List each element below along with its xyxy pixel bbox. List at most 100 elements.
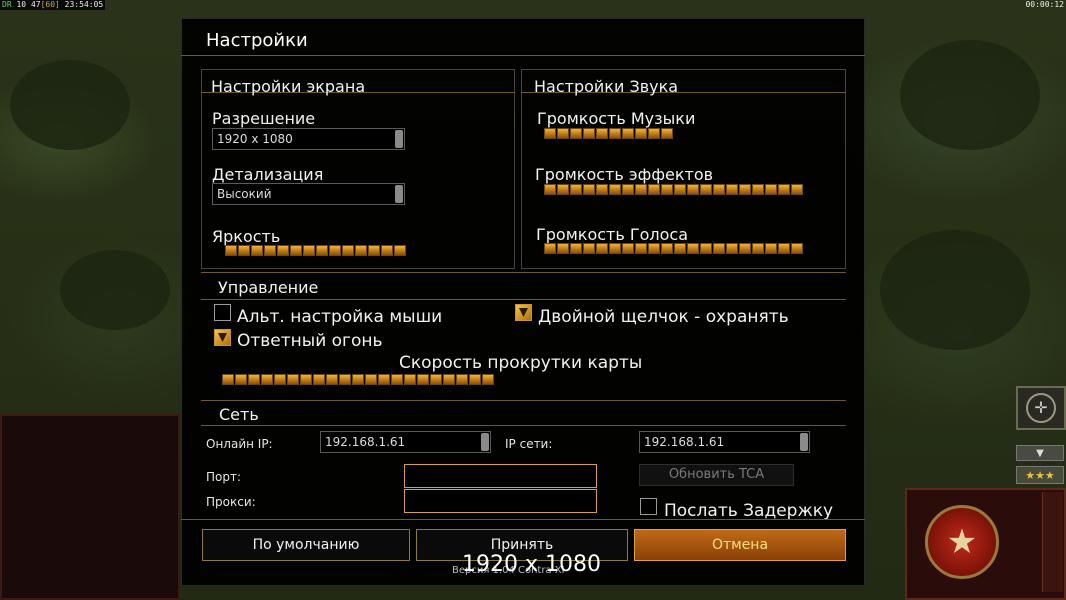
slider-segment[interactable]	[765, 184, 777, 195]
slider-segment[interactable]	[609, 243, 621, 254]
slider-segment[interactable]	[635, 184, 647, 195]
slider-segment[interactable]	[778, 243, 790, 254]
slider-segment[interactable]	[303, 245, 315, 256]
slider-segment[interactable]	[752, 184, 764, 195]
slider-segment[interactable]	[544, 184, 556, 195]
slider-segment[interactable]	[557, 243, 569, 254]
slider-segment[interactable]	[365, 374, 377, 385]
slider-segment[interactable]	[274, 374, 286, 385]
rank-stars-icon[interactable]: ★★★	[1016, 466, 1064, 484]
online-ip-select[interactable]: 192.168.1.61	[320, 431, 491, 453]
slider-segment[interactable]	[222, 374, 234, 385]
slider-segment[interactable]	[339, 374, 351, 385]
slider-segment[interactable]	[287, 374, 299, 385]
slider-segment[interactable]	[277, 245, 289, 256]
slider-segment[interactable]	[791, 184, 803, 195]
chevron-down-icon[interactable]	[395, 185, 403, 203]
voice-volume-slider[interactable]	[544, 243, 803, 255]
alt-mouse-checkbox[interactable]	[214, 304, 231, 321]
slider-segment[interactable]	[726, 184, 738, 195]
slider-segment[interactable]	[355, 245, 367, 256]
slider-segment[interactable]	[765, 243, 777, 254]
slider-segment[interactable]	[726, 243, 738, 254]
slider-segment[interactable]	[544, 243, 556, 254]
slider-segment[interactable]	[316, 245, 328, 256]
slider-segment[interactable]	[235, 374, 247, 385]
slider-segment[interactable]	[674, 243, 686, 254]
slider-segment[interactable]	[313, 374, 325, 385]
slider-segment[interactable]	[661, 128, 673, 139]
slider-segment[interactable]	[404, 374, 416, 385]
slider-segment[interactable]	[778, 184, 790, 195]
detail-select[interactable]: Высокий	[212, 183, 405, 205]
slider-segment[interactable]	[648, 243, 660, 254]
slider-segment[interactable]	[264, 245, 276, 256]
slider-segment[interactable]	[583, 184, 595, 195]
send-delay-checkbox[interactable]	[640, 498, 657, 515]
slider-segment[interactable]	[687, 184, 699, 195]
chevron-down-icon[interactable]: ▼	[1016, 445, 1064, 461]
music-volume-slider[interactable]	[544, 128, 673, 140]
slider-segment[interactable]	[687, 243, 699, 254]
resolution-select[interactable]: 1920 x 1080	[212, 128, 405, 150]
slider-segment[interactable]	[394, 245, 406, 256]
slider-segment[interactable]	[544, 128, 556, 139]
cancel-button[interactable]: Отмена	[634, 529, 846, 561]
slider-segment[interactable]	[225, 245, 237, 256]
slider-segment[interactable]	[739, 184, 751, 195]
slider-segment[interactable]	[570, 243, 582, 254]
slider-segment[interactable]	[381, 245, 393, 256]
slider-segment[interactable]	[368, 245, 380, 256]
slider-segment[interactable]	[739, 243, 751, 254]
slider-segment[interactable]	[557, 128, 569, 139]
slider-segment[interactable]	[238, 245, 250, 256]
update-tca-button[interactable]: Обновить TCA	[639, 464, 794, 486]
slider-segment[interactable]	[391, 374, 403, 385]
slider-segment[interactable]	[378, 374, 390, 385]
chevron-down-icon[interactable]	[800, 433, 808, 451]
slider-segment[interactable]	[248, 374, 260, 385]
proxy-input[interactable]	[404, 489, 597, 513]
lan-ip-select[interactable]: 192.168.1.61	[639, 431, 810, 453]
chevron-down-icon[interactable]	[481, 433, 489, 451]
double-click-guard-checkbox[interactable]	[515, 304, 532, 321]
slider-segment[interactable]	[713, 243, 725, 254]
slider-segment[interactable]	[290, 245, 302, 256]
slider-segment[interactable]	[622, 184, 634, 195]
slider-segment[interactable]	[326, 374, 338, 385]
slider-segment[interactable]	[443, 374, 455, 385]
brightness-slider[interactable]	[225, 245, 406, 257]
slider-segment[interactable]	[635, 243, 647, 254]
slider-segment[interactable]	[342, 245, 354, 256]
slider-segment[interactable]	[596, 184, 608, 195]
slider-segment[interactable]	[700, 184, 712, 195]
defaults-button[interactable]: По умолчанию	[202, 529, 410, 561]
slider-segment[interactable]	[674, 184, 686, 195]
slider-segment[interactable]	[329, 245, 341, 256]
slider-segment[interactable]	[596, 243, 608, 254]
slider-segment[interactable]	[713, 184, 725, 195]
slider-segment[interactable]	[596, 128, 608, 139]
slider-segment[interactable]	[583, 128, 595, 139]
slider-segment[interactable]	[635, 128, 647, 139]
slider-segment[interactable]	[791, 243, 803, 254]
slider-segment[interactable]	[251, 245, 263, 256]
scroll-speed-slider[interactable]	[222, 374, 494, 386]
slider-segment[interactable]	[482, 374, 494, 385]
slider-segment[interactable]	[661, 184, 673, 195]
chevron-down-icon[interactable]	[395, 130, 403, 148]
slider-segment[interactable]	[609, 128, 621, 139]
slider-segment[interactable]	[570, 184, 582, 195]
slider-segment[interactable]	[648, 128, 660, 139]
slider-segment[interactable]	[583, 243, 595, 254]
slider-segment[interactable]	[456, 374, 468, 385]
slider-segment[interactable]	[557, 184, 569, 195]
slider-segment[interactable]	[352, 374, 364, 385]
slider-segment[interactable]	[622, 243, 634, 254]
slider-segment[interactable]	[661, 243, 673, 254]
return-fire-checkbox[interactable]	[214, 329, 231, 346]
slider-segment[interactable]	[417, 374, 429, 385]
effects-volume-slider[interactable]	[544, 184, 803, 196]
slider-segment[interactable]	[622, 128, 634, 139]
slider-segment[interactable]	[752, 243, 764, 254]
